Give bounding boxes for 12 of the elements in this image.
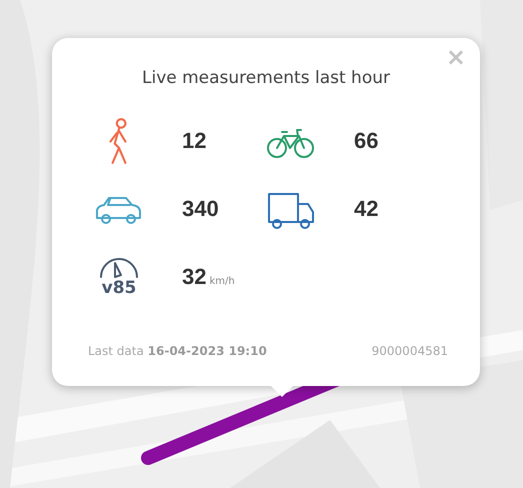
unit-label: km/h (209, 276, 235, 286)
popup-title: Live measurements last hour (141, 68, 391, 88)
sensor-id: 9000004581 (372, 344, 448, 358)
count-value: 340 (182, 196, 219, 222)
speed-label: v85 (102, 279, 136, 297)
speedometer-icon (99, 257, 139, 279)
count-value: 66 (354, 128, 378, 154)
count-value: 42 (354, 196, 378, 222)
count-value: 32 (182, 264, 206, 290)
count-value: 12 (182, 128, 206, 154)
close-button[interactable]: × (442, 44, 470, 70)
last-data-text: Last data 16-04-2023 19:10 (88, 344, 267, 358)
